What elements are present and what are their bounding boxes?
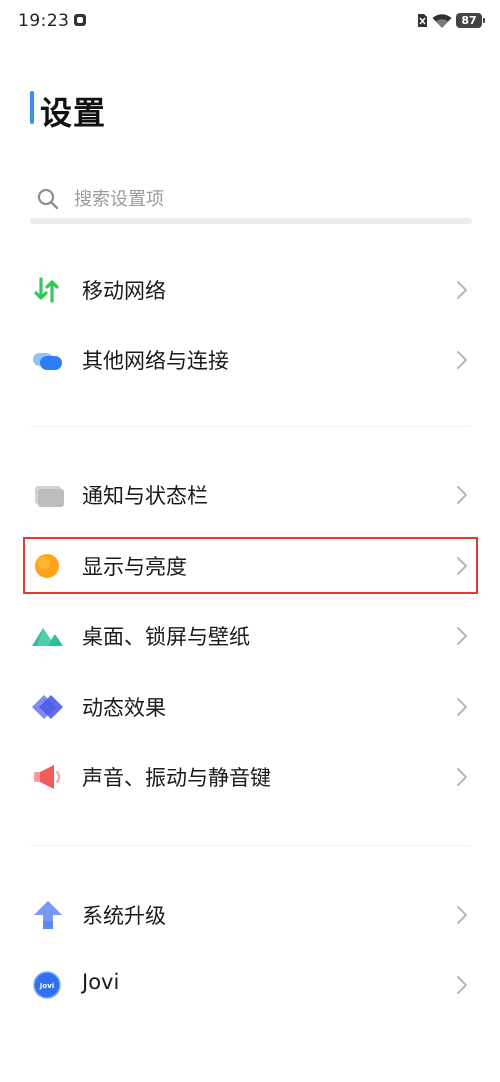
notification-icon bbox=[35, 486, 64, 507]
settings-item-wallpaper[interactable]: 桌面、锁屏与壁纸 bbox=[0, 601, 500, 671]
speaker-icon bbox=[34, 765, 60, 789]
section-divider bbox=[30, 426, 470, 427]
settings-item-label: 移动网络 bbox=[82, 279, 166, 303]
status-time: 19:23 bbox=[18, 11, 70, 31]
settings-item-sound-vibration[interactable]: 声音、振动与静音键 bbox=[0, 742, 500, 812]
chevron-right-icon bbox=[457, 698, 467, 716]
mobile-data-icon bbox=[34, 277, 59, 303]
wallpaper-icon bbox=[32, 628, 63, 646]
search-box[interactable] bbox=[30, 176, 472, 224]
settings-item-mobile-network[interactable]: 移动网络 bbox=[0, 255, 500, 325]
chevron-right-icon bbox=[457, 906, 467, 924]
settings-item-label: 声音、振动与静音键 bbox=[82, 766, 271, 790]
battery-indicator: 87 bbox=[456, 13, 485, 28]
settings-item-animations[interactable]: 动态效果 bbox=[0, 672, 500, 742]
search-icon bbox=[37, 188, 59, 210]
settings-item-label: 系统升级 bbox=[82, 904, 166, 928]
system-update-icon bbox=[34, 901, 62, 929]
title-accent-bar bbox=[30, 91, 34, 124]
wifi-icon bbox=[432, 14, 452, 28]
no-sim-icon bbox=[418, 14, 427, 27]
status-bar: 19:23 87 bbox=[0, 0, 500, 44]
cloud-connection-icon bbox=[33, 353, 62, 370]
chevron-right-icon bbox=[457, 351, 467, 369]
highlight-box bbox=[23, 537, 478, 594]
settings-item-label: 通知与状态栏 bbox=[82, 484, 208, 508]
settings-item-jovi[interactable]: Jovi Jovi bbox=[0, 950, 500, 1020]
search-input[interactable] bbox=[74, 184, 454, 214]
search-underline bbox=[30, 218, 472, 224]
settings-item-label: Jovi bbox=[82, 970, 120, 994]
jovi-icon: Jovi bbox=[33, 971, 61, 999]
animation-icon bbox=[32, 695, 63, 719]
page-title: 设置 bbox=[40, 94, 107, 132]
screen-record-icon bbox=[74, 14, 86, 26]
svg-text:Jovi: Jovi bbox=[39, 982, 54, 990]
settings-item-other-networks[interactable]: 其他网络与连接 bbox=[0, 325, 500, 395]
chevron-right-icon bbox=[457, 281, 467, 299]
settings-item-label: 动态效果 bbox=[82, 696, 166, 720]
section-divider bbox=[30, 845, 470, 846]
settings-item-label: 桌面、锁屏与壁纸 bbox=[82, 625, 250, 649]
chevron-right-icon bbox=[457, 486, 467, 504]
settings-item-notifications[interactable]: 通知与状态栏 bbox=[0, 460, 500, 530]
settings-item-system-update[interactable]: 系统升级 bbox=[0, 880, 500, 950]
chevron-right-icon bbox=[457, 627, 467, 645]
settings-item-label: 其他网络与连接 bbox=[82, 349, 229, 373]
chevron-right-icon bbox=[457, 976, 467, 994]
chevron-right-icon bbox=[457, 768, 467, 786]
